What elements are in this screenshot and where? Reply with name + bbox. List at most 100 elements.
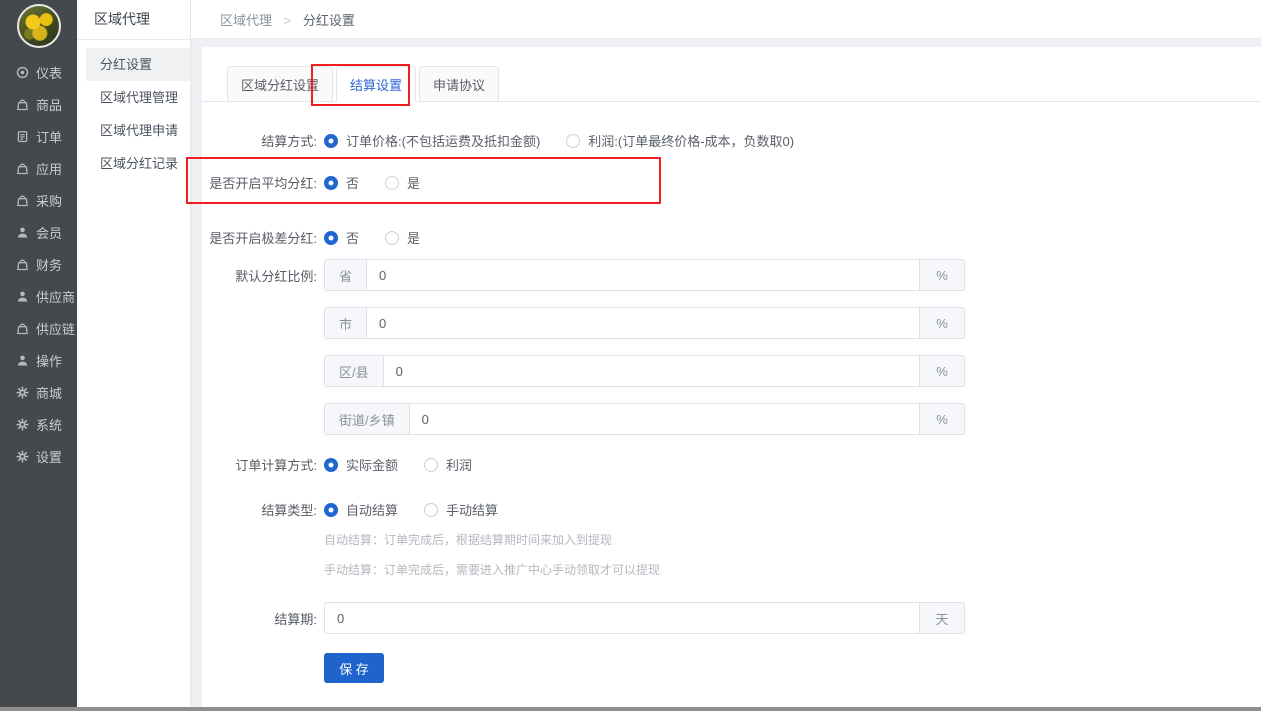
gear-icon: [16, 450, 29, 463]
input-prefix: 市: [325, 308, 367, 338]
sidebar-item-label: 采购: [36, 191, 62, 210]
app-logo: [17, 4, 61, 48]
form-row-range-dividend: 是否开启极差分红: 否 是: [202, 228, 1261, 247]
radio-option-auto-settle[interactable]: 自动结算: [324, 500, 398, 519]
form-row-ratio-city: 市 %: [202, 307, 1261, 339]
module-title: 区域代理: [77, 0, 190, 40]
bag-icon: [16, 162, 29, 175]
sidebar-item-label: 操作: [36, 351, 62, 370]
sidebar-item-label: 设置: [36, 447, 62, 466]
sidebar-item-label: 供应链: [36, 319, 75, 338]
radio-label: 实际金额: [346, 455, 398, 474]
sidebar-item-dashboard[interactable]: 仪表: [0, 56, 77, 88]
sidebar-item-finance[interactable]: 财务: [0, 248, 77, 280]
sidebar-item-members[interactable]: 会员: [0, 216, 77, 248]
sidebar-item-goods[interactable]: 商品: [0, 88, 77, 120]
bag-icon: [16, 322, 29, 335]
sidebar-item-label: 财务: [36, 255, 62, 274]
radio-unselected-icon[interactable]: [566, 134, 580, 148]
menu-item-dividend-settings[interactable]: 分红设置: [86, 48, 190, 81]
sidebar-item-label: 应用: [36, 159, 62, 178]
breadcrumb-separator: >: [284, 13, 292, 28]
breadcrumb-item-parent[interactable]: 区域代理: [220, 13, 272, 28]
breadcrumb-item-current: 分红设置: [303, 13, 355, 28]
tab-region-dividend-settings[interactable]: 区域分红设置: [227, 66, 333, 101]
tab-settlement-settings[interactable]: 结算设置: [336, 66, 416, 101]
sidebar-item-settings[interactable]: 设置: [0, 440, 77, 472]
field-label: 结算期:: [202, 609, 317, 628]
sidebar-item-mall[interactable]: 商城: [0, 376, 77, 408]
menu-item-agent-application[interactable]: 区域代理申请: [77, 114, 190, 147]
radio-unselected-icon[interactable]: [424, 503, 438, 517]
radio-label: 是: [407, 173, 420, 192]
sidebar-item-label: 商城: [36, 383, 62, 402]
input-suffix-days: 天: [919, 603, 964, 633]
radio-selected-icon[interactable]: [324, 458, 338, 472]
sidebar-item-label: 仪表: [36, 63, 62, 82]
ratio-input-province[interactable]: [367, 260, 919, 290]
menu-item-agent-management[interactable]: 区域代理管理: [77, 81, 190, 114]
form-row-save: 保 存: [202, 653, 1261, 683]
radio-unselected-icon[interactable]: [385, 176, 399, 190]
breadcrumb: 区域代理 > 分红设置: [220, 10, 355, 29]
input-group-street: 街道/乡镇 %: [324, 403, 965, 435]
radio-unselected-icon[interactable]: [424, 458, 438, 472]
radio-label: 利润: [446, 455, 472, 474]
sidebar-item-operation[interactable]: 操作: [0, 344, 77, 376]
radio-option-no[interactable]: 否: [324, 228, 359, 247]
radio-selected-icon[interactable]: [324, 176, 338, 190]
field-label: 是否开启平均分红:: [202, 173, 317, 192]
radio-selected-icon[interactable]: [324, 134, 338, 148]
ratio-input-city[interactable]: [367, 308, 919, 338]
sidebar-item-label: 系统: [36, 415, 62, 434]
radio-unselected-icon[interactable]: [385, 231, 399, 245]
radio-selected-icon[interactable]: [324, 231, 338, 245]
radio-option-actual-amount[interactable]: 实际金额: [324, 455, 398, 474]
person-icon: [16, 290, 29, 303]
help-row-auto-settle: 自动结算：订单完成后，根据结算期时间来加入到提现: [202, 531, 1261, 548]
sidebar-item-supplier[interactable]: 供应商: [0, 280, 77, 312]
radio-option-no[interactable]: 否: [324, 173, 359, 192]
tab-bar: 区域分红设置 结算设置 申请协议: [202, 47, 1261, 102]
form-row-settle-period: 结算期: 天: [202, 602, 1261, 634]
ratio-input-street[interactable]: [410, 404, 919, 434]
input-group-province: 省 %: [324, 259, 965, 291]
field-label: 结算方式:: [202, 131, 317, 150]
form-row-ratio-district: 区/县 %: [202, 355, 1261, 387]
clipboard-icon: [16, 130, 29, 143]
person-icon: [16, 354, 29, 367]
bag-icon: [16, 194, 29, 207]
sidebar-item-purchase[interactable]: 采购: [0, 184, 77, 216]
secondary-menu: 分红设置 区域代理管理 区域代理申请 区域分红记录: [77, 48, 190, 180]
form-row-order-calc: 订单计算方式: 实际金额 利润: [202, 455, 1261, 474]
radio-option-profit[interactable]: 利润:(订单最终价格-成本，负数取0): [566, 131, 794, 150]
radio-option-yes[interactable]: 是: [385, 173, 420, 192]
menu-item-dividend-records[interactable]: 区域分红记录: [77, 147, 190, 180]
radio-selected-icon[interactable]: [324, 503, 338, 517]
radio-label: 是: [407, 228, 420, 247]
primary-sidebar: 仪表 商品 订单 应用 采购 会员 财务 供应商 供应链 操作 商城 系统 设置: [0, 0, 77, 711]
save-button[interactable]: 保 存: [324, 653, 384, 683]
help-row-manual-settle: 手动结算：订单完成后，需要进入推广中心手动领取才可以提现: [202, 561, 1261, 578]
radio-label: 手动结算: [446, 500, 498, 519]
settle-period-input[interactable]: [325, 603, 919, 633]
sidebar-item-orders[interactable]: 订单: [0, 120, 77, 152]
input-group-district: 区/县 %: [324, 355, 965, 387]
input-suffix-percent: %: [919, 404, 964, 434]
radio-label: 自动结算: [346, 500, 398, 519]
horizontal-scrollbar[interactable]: [0, 707, 1261, 711]
sidebar-item-apps[interactable]: 应用: [0, 152, 77, 184]
radio-option-order-price[interactable]: 订单价格:(不包括运费及抵扣金额): [324, 131, 540, 150]
tab-application-agreement[interactable]: 申请协议: [419, 66, 499, 101]
sidebar-item-system[interactable]: 系统: [0, 408, 77, 440]
input-prefix: 区/县: [325, 356, 384, 386]
input-group-settle-period: 天: [324, 602, 965, 634]
radio-option-yes[interactable]: 是: [385, 228, 420, 247]
field-label: 结算类型:: [202, 500, 317, 519]
ratio-input-district[interactable]: [384, 356, 919, 386]
gear-icon: [16, 386, 29, 399]
radio-option-profit[interactable]: 利润: [424, 455, 472, 474]
radio-option-manual-settle[interactable]: 手动结算: [424, 500, 498, 519]
sidebar-item-supply-chain[interactable]: 供应链: [0, 312, 77, 344]
bag-icon: [16, 258, 29, 271]
